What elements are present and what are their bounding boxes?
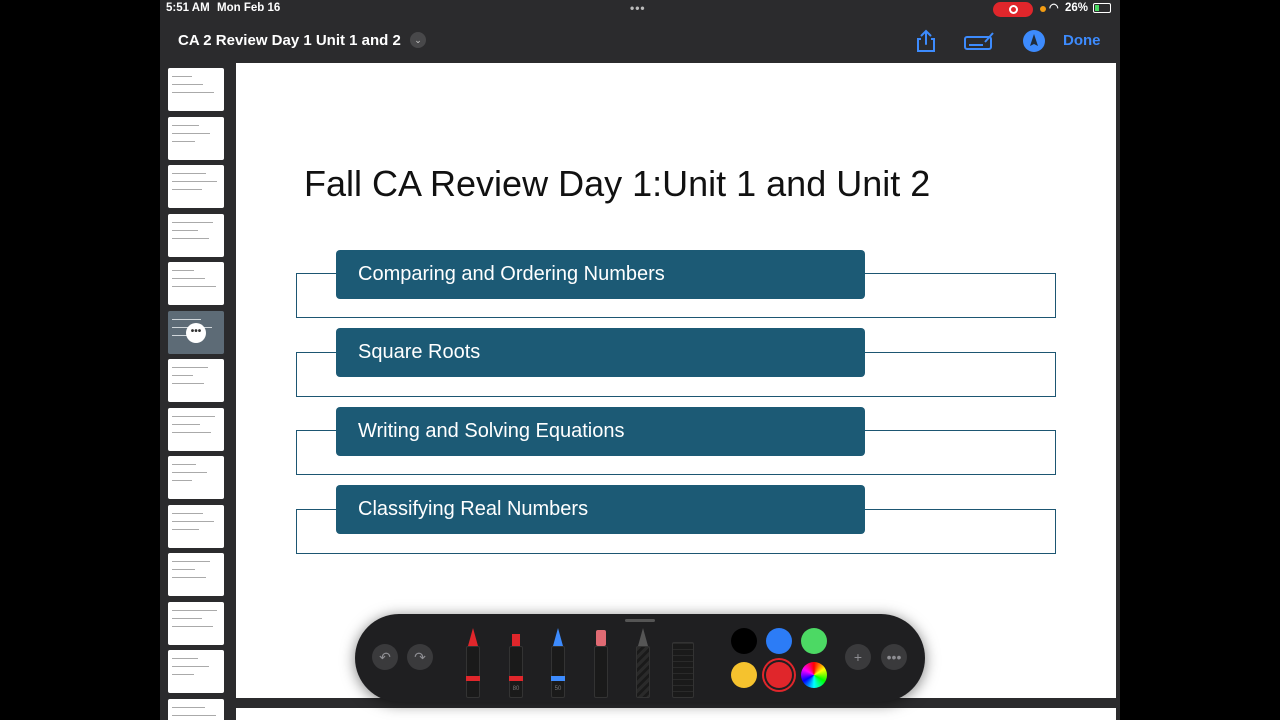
color-black-swatch[interactable] [731,628,757,654]
screen-record-icon[interactable] [993,2,1033,17]
chevron-down-icon[interactable]: ⌄ [410,32,426,48]
undo-icon[interactable]: ↶ [372,644,398,670]
redo-icon[interactable]: ↷ [407,644,433,670]
ruler-tool[interactable] [668,628,696,698]
slide-thumbnail[interactable] [168,262,224,305]
multitask-dots-icon[interactable]: ••• [630,1,646,15]
slide-thumbnail[interactable] [168,407,224,451]
toolbar-grabber[interactable] [625,619,655,622]
slide-thumbnail[interactable] [168,504,224,548]
slide-thumbnail[interactable] [168,456,224,499]
marker-tool[interactable]: 80 [505,628,527,698]
color-red-swatch-selected[interactable] [766,662,792,688]
markup-toolbar: ↶ ↷ 80 50 + ••• [355,614,925,702]
slide-thumbnail[interactable] [168,165,224,208]
battery-percent: 26% [1065,2,1089,14]
slide-thumbnail[interactable] [168,68,224,111]
color-yellow-swatch[interactable] [731,662,757,688]
topic-item: Comparing and Ordering Numbers [336,250,865,299]
document-title[interactable]: CA 2 Review Day 1 Unit 1 and 2 [178,32,401,49]
share-icon[interactable] [913,28,939,54]
nav-bar: CA 2 Review Day 1 Unit 1 and 2 ⌄ Done [160,22,1120,60]
pencil-tip-icon [553,628,563,646]
battery-icon [1093,3,1111,13]
wifi-icon: ◠ [1049,2,1059,14]
slide-thumbnail[interactable] [168,116,224,160]
slide-canvas[interactable]: Fall CA Review Day 1:Unit 1 and Unit 2 C… [236,63,1116,698]
more-options-icon[interactable]: ••• [881,644,907,670]
markup-toolbar-icon[interactable] [963,28,995,54]
slide-thumbnail[interactable] [168,650,224,693]
slide-thumbnail[interactable]: ••• [168,310,224,354]
status-time: 5:51 AM [166,2,210,14]
ipad-screen: 5:51 AM Mon Feb 16 ••• ◠ 26% CA 2 Review… [160,0,1120,720]
topic-item: Classifying Real Numbers [336,485,865,534]
eraser-tip-icon [596,630,606,646]
lasso-tool[interactable] [632,628,654,698]
slide-thumbnail[interactable] [168,553,224,596]
eraser-tool[interactable] [590,628,612,698]
mic-indicator-icon [1040,6,1046,12]
topic-item: Square Roots [336,328,865,377]
color-wheel-icon[interactable] [801,662,827,688]
slide-thumbnail[interactable] [168,601,224,645]
slide-thumbnail[interactable] [168,213,224,257]
color-green-swatch[interactable] [801,628,827,654]
status-bar: 5:51 AM Mon Feb 16 ••• ◠ 26% [160,0,1120,18]
color-blue-swatch[interactable] [766,628,792,654]
add-icon[interactable]: + [845,644,871,670]
marker-tip-icon [512,634,520,646]
topic-item: Writing and Solving Equations [336,407,865,456]
pencil-circle-icon[interactable] [1021,28,1047,54]
next-slide-edge [236,708,1116,720]
slide-thumbnail[interactable] [168,698,224,720]
marker-opacity-label: 80 [512,686,520,692]
pen-tool[interactable] [462,628,484,698]
slide-thumbnail[interactable] [168,359,224,402]
pen-tip-icon [468,628,478,646]
status-date: Mon Feb 16 [217,2,281,14]
slide-thumbnail-sidebar[interactable]: ••• [160,63,232,720]
slide-title: Fall CA Review Day 1:Unit 1 and Unit 2 [304,163,931,204]
thumbnail-more-icon[interactable]: ••• [186,322,206,343]
pencil-tool[interactable]: 50 [547,628,569,698]
lasso-tip-icon [638,628,648,646]
done-button[interactable]: Done [1063,32,1101,49]
pencil-opacity-label: 50 [554,686,562,692]
